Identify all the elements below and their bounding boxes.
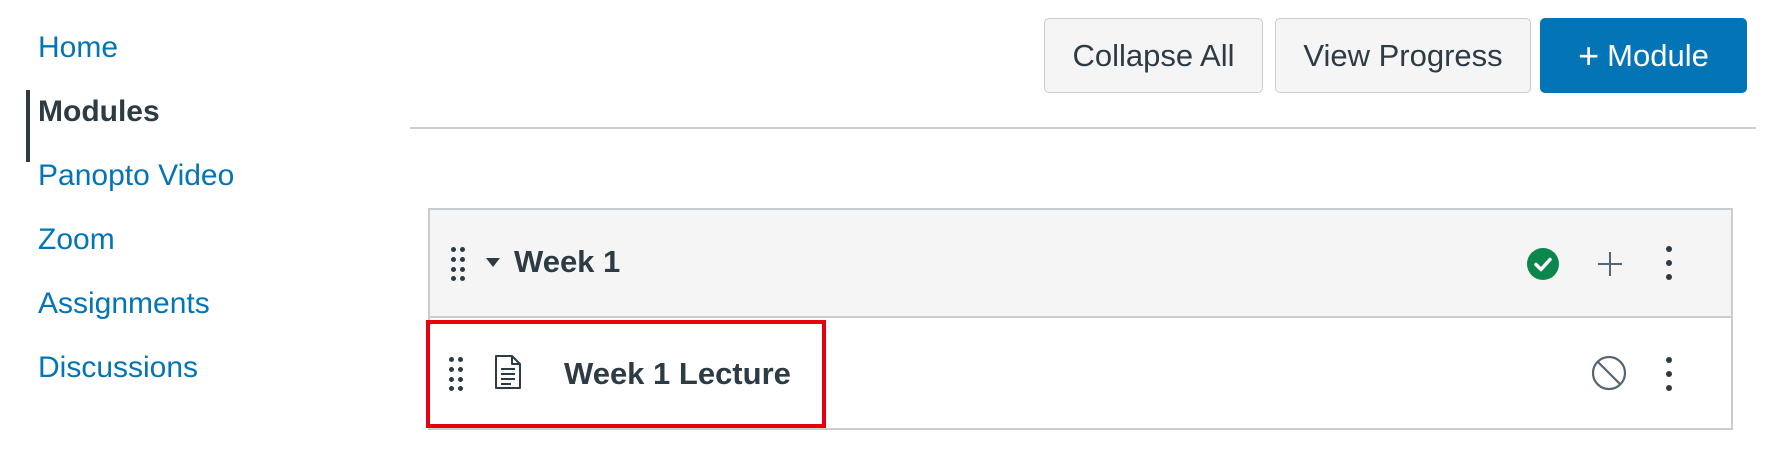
plus-icon: + (1578, 35, 1600, 76)
module-title: Week 1 (514, 244, 621, 279)
collapse-all-button[interactable]: Collapse All (1044, 18, 1263, 93)
unpublished-icon[interactable] (1590, 354, 1628, 392)
page-icon (493, 354, 523, 390)
nav-item-home[interactable]: Home (38, 28, 118, 68)
modules-page: Home Modules Panopto Video Zoom Assignme… (0, 0, 1768, 456)
drag-handle-icon[interactable] (449, 357, 465, 391)
module-header[interactable]: Week 1 (430, 210, 1731, 318)
nav-item-modules[interactable]: Modules (38, 92, 160, 132)
course-navigation: Home Modules Panopto Video Zoom Assignme… (0, 0, 360, 456)
nav-item-assignments[interactable]: Assignments (38, 284, 210, 324)
view-progress-button[interactable]: View Progress (1275, 18, 1531, 93)
nav-item-zoom[interactable]: Zoom (38, 220, 115, 260)
add-item-plus-icon[interactable] (1594, 248, 1626, 280)
module-kebab-menu-icon[interactable] (1666, 246, 1672, 280)
module-item-title[interactable]: Week 1 Lecture (564, 352, 791, 396)
check-circle-icon[interactable] (1527, 248, 1559, 280)
nav-item-discussions[interactable]: Discussions (38, 348, 198, 388)
collapse-caret-icon[interactable] (486, 258, 500, 267)
add-module-button[interactable]: + Module (1540, 18, 1747, 93)
toolbar-divider (410, 127, 1756, 129)
item-kebab-menu-icon[interactable] (1666, 357, 1672, 391)
nav-item-panopto-video[interactable]: Panopto Video (38, 156, 234, 196)
module-item[interactable]: Week 1 Lecture (430, 320, 1731, 428)
active-nav-indicator (26, 90, 30, 162)
drag-handle-icon[interactable] (451, 247, 467, 281)
add-module-label: Module (1607, 38, 1709, 73)
module-week-1: Week 1 Week 1 Lecture (428, 208, 1733, 430)
